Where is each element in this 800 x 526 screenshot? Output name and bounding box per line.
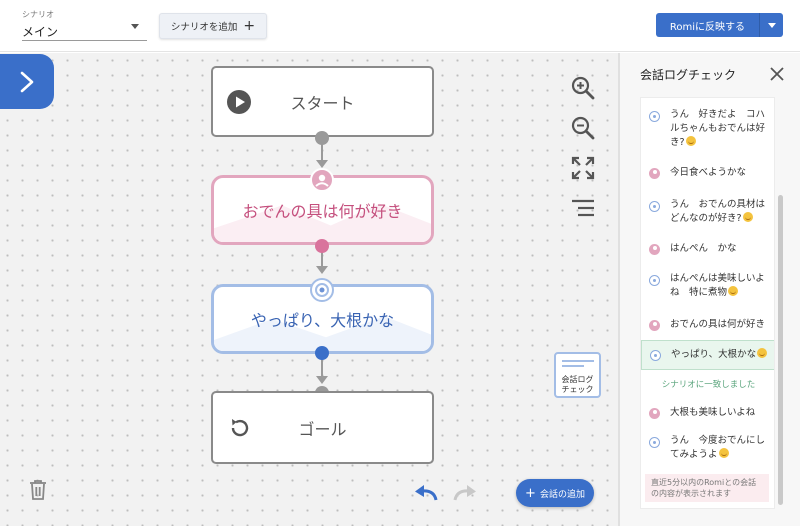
user-avatar-icon <box>649 408 660 419</box>
panel-title: 会話ログチェック <box>640 68 737 82</box>
scenario-select-value: メイン <box>22 25 59 39</box>
add-scenario-label: シナリオを追加 <box>170 22 238 33</box>
conversation-log-panel: 会話ログチェック うん 好きだよ コハルちゃんもおでんは好き? 今日食べようかな… <box>618 53 800 526</box>
log-item-text: おでんの具は何が好き <box>670 319 766 330</box>
undo-icon[interactable] <box>412 483 440 503</box>
emoji-icon <box>718 448 729 458</box>
romi-avatar-icon <box>650 350 661 361</box>
conversation-log-list[interactable]: うん 好きだよ コハルちゃんもおでんは好き? 今日食べようかな うん おでんの具… <box>640 97 775 509</box>
chevron-down-icon <box>767 22 776 28</box>
apply-to-romi-button[interactable]: Romiに反映する <box>656 13 759 37</box>
plus-icon: + <box>525 485 536 501</box>
add-conversation-label: 会話の追加 <box>539 489 585 500</box>
add-scenario-button[interactable]: シナリオを追加 + <box>159 13 267 39</box>
romi-response-label: やっぱり、大根かな <box>250 311 395 330</box>
romi-node-output-port[interactable] <box>315 346 329 360</box>
start-output-port[interactable] <box>315 131 329 145</box>
start-node-label: スタート <box>290 93 355 113</box>
zoom-out-icon[interactable] <box>570 115 596 141</box>
log-item-text: はんぺん かな <box>670 243 737 254</box>
user-avatar-icon <box>649 244 660 255</box>
log-item-text: 今日食べようかな <box>670 167 747 178</box>
fit-to-screen-icon[interactable] <box>570 155 596 181</box>
user-utterance-label: おでんの具は何が好き <box>242 202 403 221</box>
emoji-icon <box>728 286 739 296</box>
add-conversation-button[interactable]: + 会話の追加 <box>516 479 594 507</box>
romi-avatar-icon <box>649 201 660 212</box>
user-avatar-icon <box>310 168 334 192</box>
log-item-text: うん 好きだよ コハルちゃんもおでんは好き? <box>670 109 766 148</box>
scenario-select[interactable]: シナリオ メイン <box>22 9 147 41</box>
log-item-text: 大根も美味しいよね <box>670 407 756 418</box>
restart-icon <box>231 418 249 436</box>
log-item-matched: やっぱり、大根かな <box>641 340 774 370</box>
romi-avatar-icon <box>310 278 334 302</box>
emoji-icon <box>685 136 696 146</box>
goal-node[interactable]: ゴール <box>211 391 434 464</box>
log-item-text: うん 今度おでんにしてみようよ <box>670 435 766 460</box>
trash-icon[interactable] <box>28 479 48 501</box>
user-node-output-port[interactable] <box>315 239 329 253</box>
play-icon <box>227 89 251 114</box>
top-bar: シナリオ メイン シナリオを追加 + Romiに反映する <box>0 0 800 52</box>
log-scrollbar-thumb[interactable] <box>778 195 783 505</box>
log-footer-note: 直近5分以内のRomiとの会話の内容が表示されます <box>645 474 769 502</box>
close-icon[interactable] <box>770 67 784 81</box>
goal-node-label: ゴール <box>298 419 347 439</box>
expand-sidebar-button[interactable] <box>0 54 54 109</box>
user-avatar-icon <box>649 320 660 331</box>
apply-to-romi-button-group: Romiに反映する <box>656 13 783 37</box>
user-avatar-icon <box>649 168 660 179</box>
scenario-select-label: シナリオ <box>22 10 54 19</box>
romi-avatar-icon <box>649 111 660 122</box>
chevron-right-icon <box>20 71 34 92</box>
romi-avatar-icon <box>649 275 660 286</box>
log-item-text: やっぱり、大根かな <box>671 349 757 360</box>
scenario-match-text: シナリオに一致しました <box>661 380 756 390</box>
log-card-label: 会話ログ チェック <box>561 375 594 394</box>
start-node[interactable]: スタート <box>211 66 434 137</box>
chevron-down-icon <box>131 24 139 29</box>
zoom-in-icon[interactable] <box>570 75 596 101</box>
apply-options-dropdown[interactable] <box>759 13 783 37</box>
emoji-icon <box>742 212 753 222</box>
emoji-icon <box>757 348 768 358</box>
plus-icon: + <box>243 18 256 34</box>
romi-avatar-icon <box>649 437 660 448</box>
conversation-log-check-button[interactable]: 会話ログ チェック <box>554 352 601 398</box>
auto-layout-icon[interactable] <box>570 195 596 221</box>
log-item-text: はんぺんは美味しいよね 特に煮物 <box>670 273 765 298</box>
redo-icon[interactable] <box>451 483 479 503</box>
log-lines-icon <box>562 360 594 370</box>
